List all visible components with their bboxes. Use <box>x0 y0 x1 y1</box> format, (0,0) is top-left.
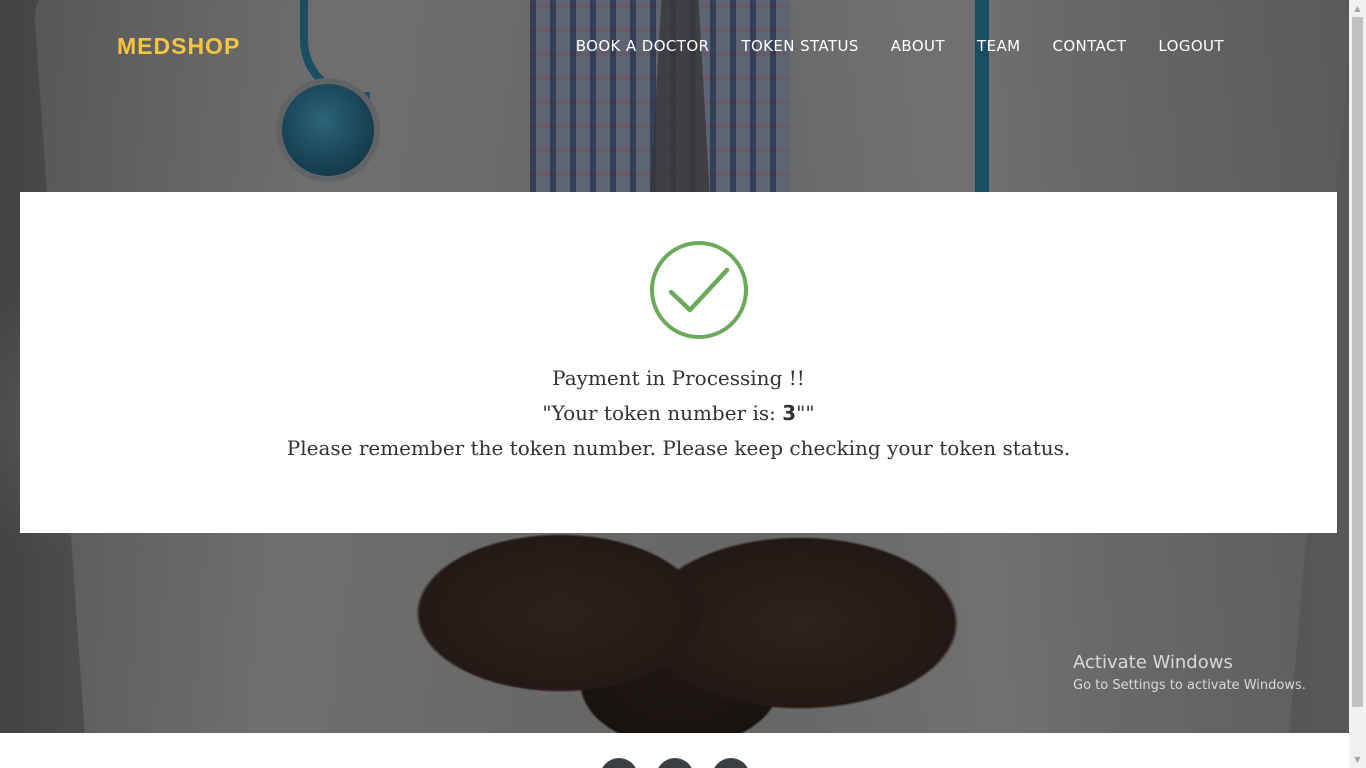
scrollbar-thumb[interactable] <box>1352 17 1363 707</box>
nav-links: BOOK A DOCTOR TOKEN STATUS ABOUT TEAM CO… <box>576 37 1224 55</box>
token-prefix: "Your token number is: <box>542 401 783 425</box>
page-scrollbar[interactable]: ▲ ▼ <box>1349 0 1366 768</box>
scroll-up-arrow-icon[interactable]: ▲ <box>1349 0 1366 17</box>
watermark-title: Activate Windows <box>1073 652 1233 673</box>
social-link-icon[interactable] <box>712 758 750 768</box>
nav-book-a-doctor[interactable]: BOOK A DOCTOR <box>576 37 710 55</box>
nav-team[interactable]: TEAM <box>977 37 1020 55</box>
windows-activation-watermark: Activate Windows Go to Settings to activ… <box>1073 652 1306 693</box>
watermark-subtitle: Go to Settings to activate Windows. <box>1073 678 1306 693</box>
reminder-text: Please remember the token number. Please… <box>286 436 1071 460</box>
check-circle-icon <box>650 241 748 339</box>
nav-logout[interactable]: LOGOUT <box>1158 37 1224 55</box>
brand-logo[interactable]: MEDSHOP <box>117 33 240 60</box>
token-number: 3 <box>782 401 797 425</box>
social-link-icon[interactable] <box>600 758 638 768</box>
nav-token-status[interactable]: TOKEN STATUS <box>741 37 858 55</box>
social-link-icon[interactable] <box>656 758 694 768</box>
nav-contact[interactable]: CONTACT <box>1052 37 1126 55</box>
navbar: MEDSHOP BOOK A DOCTOR TOKEN STATUS ABOUT… <box>0 0 1349 92</box>
footer <box>0 733 1349 768</box>
token-number-text: "Your token number is: 3"" <box>20 401 1337 425</box>
payment-message-card: Payment in Processing !! "Your token num… <box>20 192 1337 533</box>
scroll-down-arrow-icon[interactable]: ▼ <box>1349 751 1366 768</box>
token-suffix: "" <box>796 401 815 425</box>
nav-about[interactable]: ABOUT <box>891 37 945 55</box>
payment-status-text: Payment in Processing !! <box>552 366 805 390</box>
